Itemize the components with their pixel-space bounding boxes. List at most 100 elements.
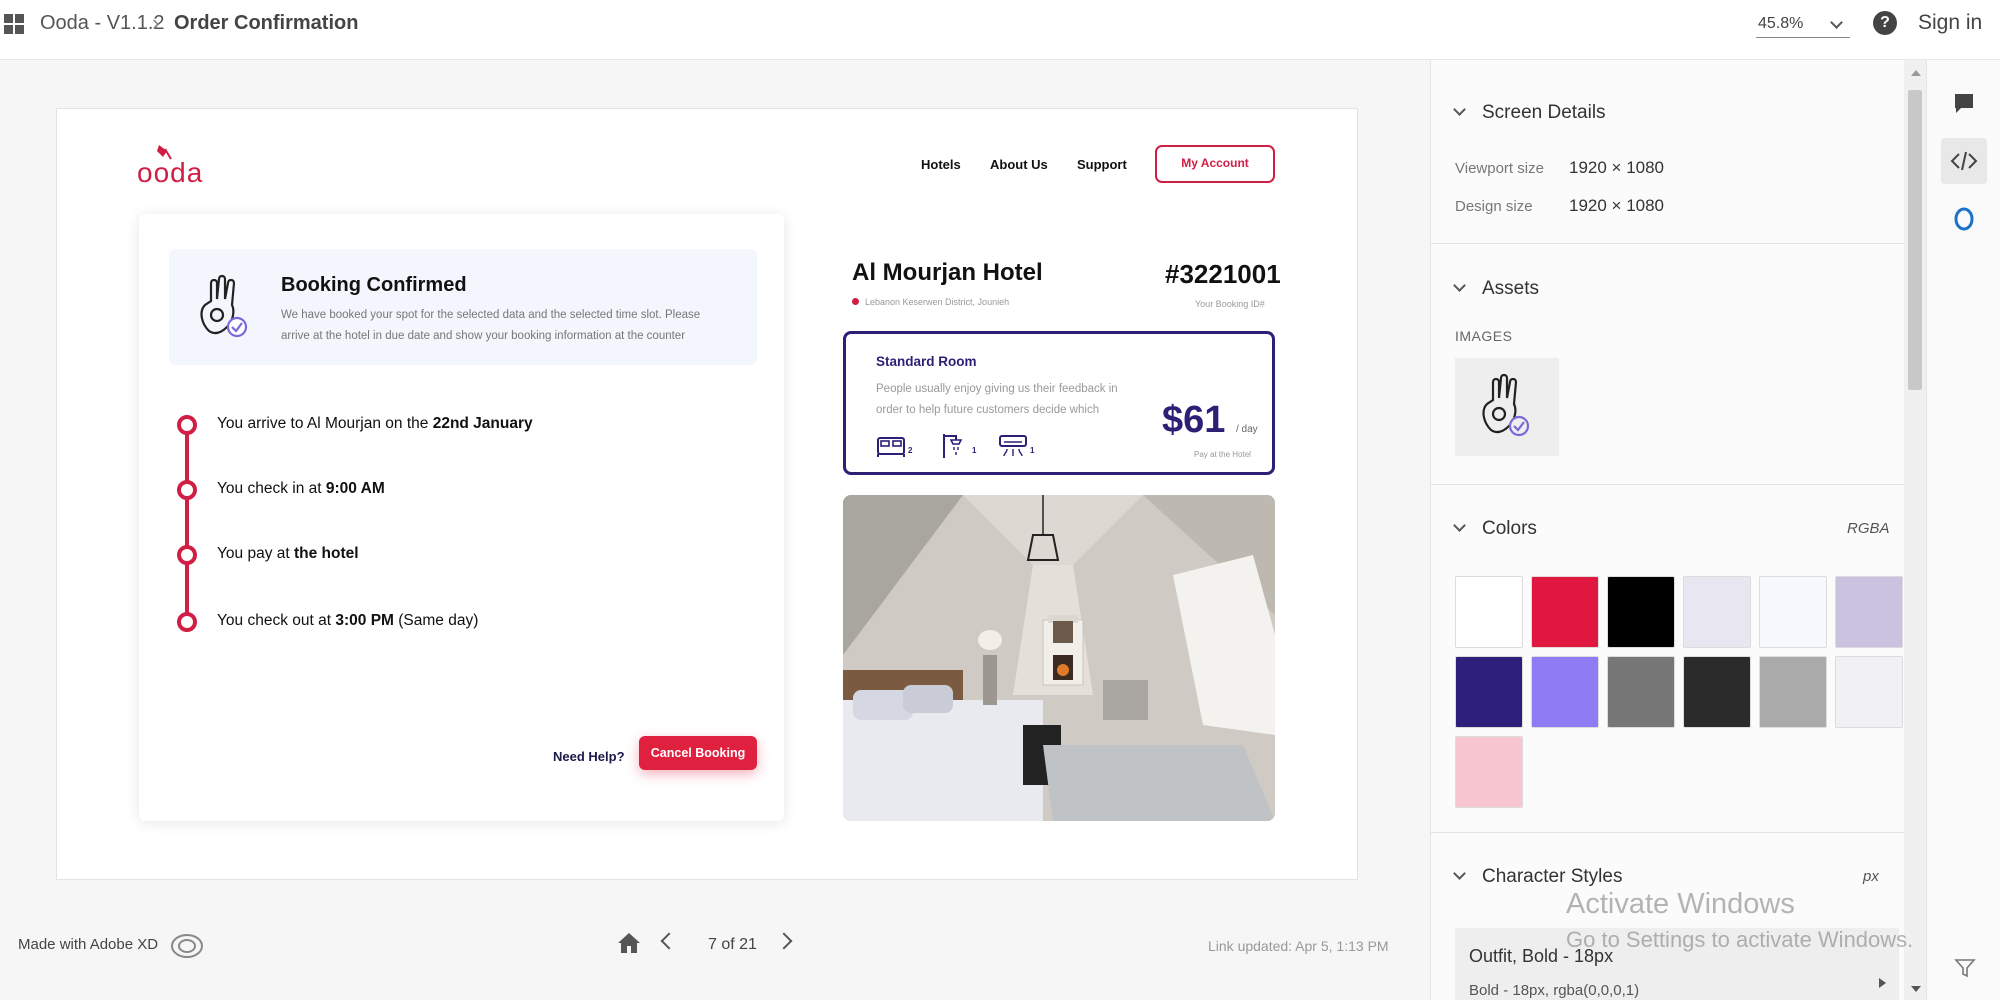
timeline-dot	[177, 415, 197, 435]
timeline-step-check-out: You check out at 3:00 PM (Same day)	[217, 612, 479, 629]
timeline-step-pay: You pay at the hotel	[217, 545, 359, 562]
pay-at-hotel-note: Pay at the Hotel	[1194, 450, 1251, 459]
unit-toggle[interactable]: px	[1863, 868, 1879, 885]
timeline-dot	[177, 612, 197, 632]
my-account-button[interactable]: My Account	[1155, 145, 1275, 183]
booking-id: #3221001	[1165, 259, 1281, 289]
color-swatch[interactable]	[1531, 656, 1599, 728]
chevron-down-icon	[1453, 103, 1466, 116]
activate-windows-title: Activate Windows	[1566, 888, 1795, 920]
air-conditioner-count: 1	[1030, 446, 1035, 455]
app-grid-icon[interactable]	[4, 14, 24, 34]
creative-cloud-icon	[171, 934, 203, 958]
color-swatch[interactable]	[1835, 576, 1903, 648]
hotel-location: Lebanon Keserwen District, Jounieh	[852, 297, 1009, 307]
asset-image-thumbnail[interactable]	[1455, 358, 1559, 456]
previous-page-icon[interactable]	[660, 932, 678, 950]
inspect-panel: Screen Details Viewport size 1920 × 1080…	[1430, 60, 1904, 1000]
assets-header[interactable]: Assets	[1453, 278, 1539, 300]
color-swatch[interactable]	[1607, 576, 1675, 648]
location-pin-icon	[852, 298, 859, 305]
viewport-size-label: Viewport size	[1455, 160, 1544, 177]
bedroom-photo-illustration	[843, 495, 1275, 821]
color-swatch[interactable]	[1455, 576, 1523, 648]
booking-confirmed-description: We have booked your spot for the selecte…	[281, 309, 701, 342]
chevron-down-icon	[1453, 519, 1466, 532]
need-help-link[interactable]: Need Help?	[553, 749, 625, 764]
confirmation-banner: Booking Confirmed We have booked your sp…	[169, 249, 757, 365]
divider	[1431, 484, 1904, 485]
color-swatch[interactable]	[1455, 656, 1523, 728]
home-icon[interactable]	[616, 930, 642, 956]
next-page-icon[interactable]	[775, 932, 793, 950]
color-swatch[interactable]	[1759, 656, 1827, 728]
page-indicator: 7 of 21	[708, 936, 757, 953]
divider	[1431, 832, 1904, 833]
comment-icon	[1955, 94, 1973, 113]
color-swatch[interactable]	[1759, 576, 1827, 648]
zoom-select[interactable]: 45.8%	[1756, 12, 1850, 38]
artboard-preview: ooda Hotels About Us Support My Account …	[56, 108, 1358, 880]
room-title: Standard Room	[876, 354, 977, 369]
color-swatch[interactable]	[1683, 576, 1751, 648]
breadcrumb-chevron-icon: ›	[152, 10, 160, 35]
nav-support[interactable]: Support	[1077, 157, 1127, 172]
timeline-step-arrive: You arrive to Al Mourjan on the 22nd Jan…	[217, 415, 533, 432]
help-icon[interactable]: ?	[1873, 11, 1897, 35]
character-styles-header[interactable]: Character Styles	[1453, 866, 1622, 888]
expand-arrow-icon[interactable]	[1879, 978, 1886, 988]
code-icon	[1950, 151, 1978, 171]
images-label: IMAGES	[1455, 328, 1513, 344]
shower-count: 1	[972, 446, 977, 455]
bed-icon	[877, 437, 905, 457]
character-style-detail: Bold - 18px, rgba(0,0,0,1)	[1469, 982, 1640, 999]
color-swatch[interactable]	[1683, 656, 1751, 728]
filter-icon[interactable]	[1953, 956, 1977, 980]
chevron-down-icon	[1453, 867, 1466, 880]
chevron-down-icon	[1830, 16, 1843, 29]
color-swatch[interactable]	[1607, 656, 1675, 728]
air-conditioner-icon	[999, 435, 1027, 457]
inspect-code-button[interactable]	[1941, 138, 1987, 184]
ok-hand-icon	[1482, 373, 1530, 437]
price-per-unit: / day	[1236, 424, 1258, 435]
booking-id-label: Your Booking ID#	[1195, 299, 1265, 309]
chevron-down-icon	[1453, 279, 1466, 292]
comments-button[interactable]	[1941, 80, 1987, 126]
share-button[interactable]	[1941, 196, 1987, 242]
zoom-value: 45.8%	[1758, 15, 1804, 32]
sign-in-link[interactable]: Sign in	[1918, 11, 1982, 35]
made-with-adobe-xd[interactable]: Made with Adobe XD	[18, 936, 158, 953]
panel-scrollbar[interactable]	[1904, 60, 1926, 1000]
page-title: Order Confirmation	[174, 12, 359, 34]
link-updated-text: Link updated: Apr 5, 1:13 PM	[1208, 938, 1389, 954]
divider	[1431, 243, 1904, 244]
timeline-line	[185, 424, 189, 619]
booking-card: Booking Confirmed We have booked your sp…	[139, 214, 784, 821]
timeline-dot	[177, 480, 197, 500]
colors-header[interactable]: Colors	[1453, 518, 1537, 540]
top-bar: Ooda - V1.1.2 › Order Confirmation 45.8%…	[0, 0, 2000, 60]
cancel-booking-button[interactable]: Cancel Booking	[639, 736, 757, 770]
color-mode-toggle[interactable]: RGBA	[1847, 520, 1890, 537]
app-title[interactable]: Ooda - V1.1.2	[40, 12, 165, 35]
bed-count: 2	[908, 446, 913, 455]
color-swatch[interactable]	[1835, 656, 1903, 728]
room-description: People usually enjoy giving us their fee…	[876, 383, 1118, 416]
ok-hand-icon	[200, 274, 248, 338]
color-swatch[interactable]	[1531, 576, 1599, 648]
hotel-name: Al Mourjan Hotel	[852, 259, 1043, 286]
timeline-dot	[177, 545, 197, 565]
room-card: Standard Room People usually enjoy givin…	[843, 331, 1275, 475]
scroll-down-arrow-icon[interactable]	[1911, 986, 1921, 992]
activate-windows-subtitle: Go to Settings to activate Windows.	[1566, 927, 1914, 952]
color-swatch[interactable]	[1455, 736, 1523, 808]
scroll-up-arrow-icon[interactable]	[1911, 70, 1921, 76]
scroll-thumb[interactable]	[1908, 90, 1922, 390]
nav-about-us[interactable]: About Us	[990, 157, 1048, 172]
screen-details-header[interactable]: Screen Details	[1453, 102, 1606, 124]
nav-hotels[interactable]: Hotels	[921, 157, 961, 172]
design-size-value: 1920 × 1080	[1569, 196, 1665, 215]
booking-confirmed-title: Booking Confirmed	[281, 274, 467, 296]
shower-icon	[943, 434, 963, 458]
